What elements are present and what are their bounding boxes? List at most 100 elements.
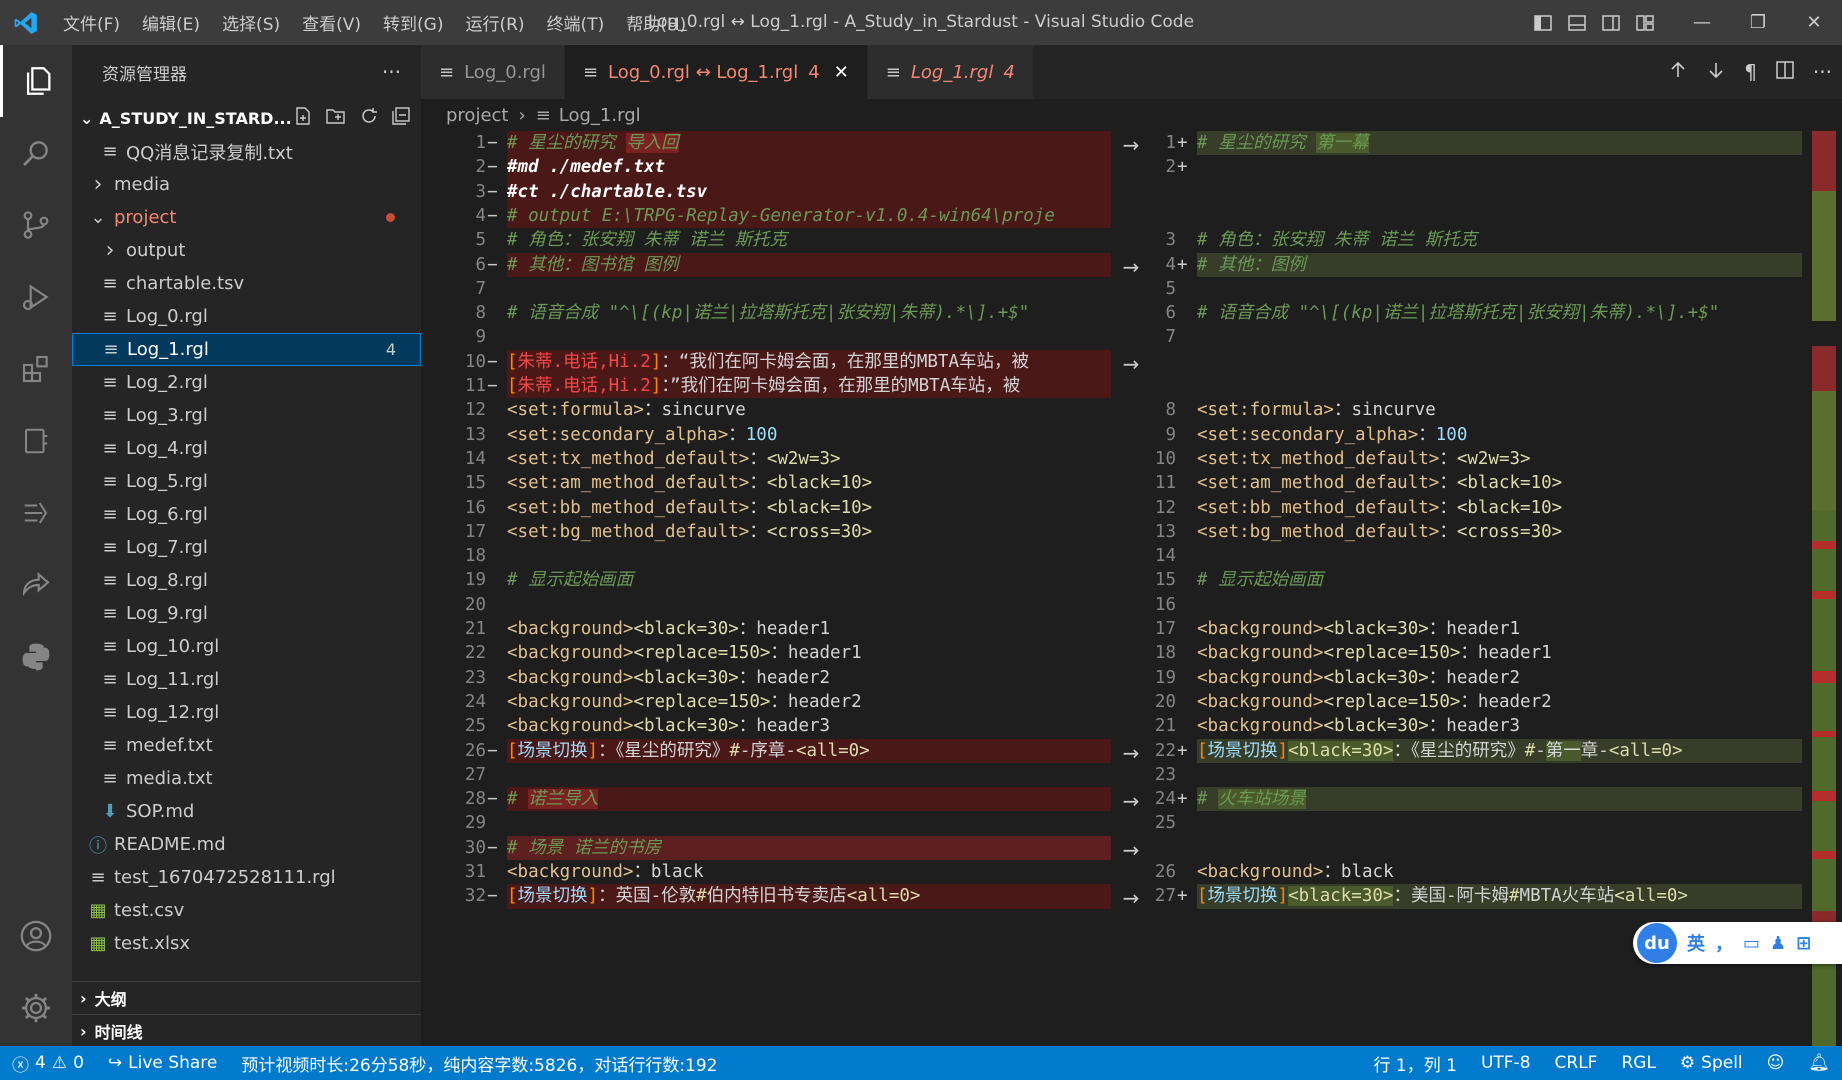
- customize-layout-icon[interactable]: [1628, 0, 1662, 45]
- code-line[interactable]: 19 # 显示起始画面: [421, 568, 1111, 592]
- code-line[interactable]: 16: [1111, 593, 1842, 617]
- tree-item[interactable]: ≡ Log_4.rgl: [72, 432, 421, 465]
- breadcrumb-folder[interactable]: project: [446, 105, 508, 126]
- code-line[interactable]: 5: [1111, 277, 1842, 301]
- code-line[interactable]: 24 <background><replace=150>：header2: [421, 690, 1111, 714]
- minimize-icon[interactable]: —: [1674, 0, 1730, 45]
- code-line[interactable]: 12 <set:bb_method_default>：<black=10>: [1111, 496, 1842, 520]
- explorer-icon[interactable]: [0, 45, 72, 117]
- code-line[interactable]: 5 # 角色：张安翔 朱蒂 诺兰 斯托克: [421, 228, 1111, 252]
- code-line[interactable]: 25 <background><black=30>：header3: [421, 714, 1111, 738]
- tree-item[interactable]: ≡ Log_7.rgl: [72, 531, 421, 564]
- code-line[interactable]: 4 + # 其他：图例: [1111, 252, 1842, 277]
- code-line[interactable]: 3 # 角色：张安翔 朱蒂 诺兰 斯托克: [1111, 228, 1842, 252]
- code-line[interactable]: 2 +: [1111, 155, 1842, 179]
- menu-item[interactable]: 转到(G): [372, 10, 454, 35]
- feedback-button[interactable]: ☺: [1755, 1053, 1797, 1073]
- code-line[interactable]: 21 <background><black=30>：header3: [1111, 714, 1842, 738]
- pilcrow-icon[interactable]: ¶: [1744, 60, 1757, 84]
- ime-grid-icon[interactable]: ⊞: [1796, 933, 1811, 954]
- more-actions-icon[interactable]: ···: [1813, 60, 1832, 84]
- menu-item[interactable]: 文件(F): [52, 10, 131, 35]
- code-line[interactable]: [1111, 374, 1842, 398]
- code-line[interactable]: 29: [421, 811, 1111, 835]
- outline-section[interactable]: › 大纲: [72, 981, 421, 1014]
- python-icon[interactable]: [0, 621, 72, 693]
- menu-item[interactable]: 查看(V): [291, 10, 372, 35]
- code-line[interactable]: [1111, 350, 1842, 374]
- remote-explorer-icon[interactable]: [0, 405, 72, 477]
- tree-item[interactable]: ≡ chartable.tsv: [72, 267, 421, 300]
- restore-icon[interactable]: ❐: [1730, 0, 1786, 45]
- ime-punctuation[interactable]: ，: [1715, 930, 1733, 956]
- collapse-all-icon[interactable]: [391, 106, 411, 130]
- code-line[interactable]: 31 <background>：black: [421, 860, 1111, 884]
- tree-item[interactable]: ≡ Log_1.rgl 4: [72, 333, 421, 366]
- new-folder-icon[interactable]: [325, 106, 347, 130]
- previous-change-icon[interactable]: [1668, 60, 1688, 84]
- settings-gear-icon[interactable]: [0, 972, 72, 1044]
- timeline-section[interactable]: › 时间线: [72, 1014, 421, 1047]
- cursor-position[interactable]: 行 1，列 1: [1362, 1051, 1469, 1076]
- problems-indicator[interactable]: ⓧ 4 ⚠ 0: [0, 1051, 96, 1076]
- code-line[interactable]: 10− [朱蒂.电话,Hi.2]：“我们在阿卡姆会面，在那里的MBTA车站，被: [421, 349, 1111, 374]
- live-share-button[interactable]: ↪ Live Share: [96, 1053, 229, 1073]
- code-line[interactable]: 1 + # 星尘的研究 第一幕: [1111, 131, 1842, 156]
- breadcrumb-file[interactable]: Log_1.rgl: [559, 105, 641, 126]
- tree-item[interactable]: ▦ test.xlsx: [72, 927, 421, 960]
- code-line[interactable]: 10 <set:tx_method_default>：<w2w=3>: [1111, 447, 1842, 471]
- tree-item[interactable]: ≡ Log_8.rgl: [72, 564, 421, 597]
- code-line[interactable]: [1111, 180, 1842, 204]
- accounts-icon[interactable]: [0, 900, 72, 972]
- language-mode[interactable]: RGL: [1609, 1053, 1667, 1073]
- folder-header[interactable]: ⌄ A_STUDY_IN_STARD...: [72, 99, 421, 137]
- code-line[interactable]: 7: [1111, 325, 1842, 349]
- code-line[interactable]: 22 <background><replace=150>：header1: [421, 641, 1111, 665]
- tree-item[interactable]: ⓘ README.md: [72, 828, 421, 861]
- close-tab-icon[interactable]: ✕: [834, 62, 849, 83]
- tree-item[interactable]: ≡ media.txt: [72, 762, 421, 795]
- code-line[interactable]: 27: [421, 763, 1111, 787]
- code-line[interactable]: 18 <background><replace=150>：header1: [1111, 641, 1842, 665]
- code-line[interactable]: 6 # 语音合成 "^\[(kp|诺兰|拉塔斯托克|张安翔|朱蒂).*\].+$": [1111, 301, 1842, 325]
- close-window-icon[interactable]: ✕: [1786, 0, 1842, 45]
- code-line[interactable]: [1111, 836, 1842, 860]
- tree-item[interactable]: ⬇ SOP.md: [72, 795, 421, 828]
- code-line[interactable]: 25: [1111, 811, 1842, 835]
- code-line[interactable]: 28− # 诺兰导入: [421, 787, 1111, 812]
- code-line[interactable]: 9 <set:secondary_alpha>：100: [1111, 423, 1842, 447]
- spell-checker[interactable]: ⚙ Spell: [1668, 1053, 1755, 1073]
- tree-item[interactable]: ≡ Log_2.rgl: [72, 366, 421, 399]
- refresh-icon[interactable]: [359, 106, 379, 130]
- tree-item[interactable]: ≡ test_1670472528111.rgl: [72, 861, 421, 894]
- more-actions-icon[interactable]: ···: [382, 60, 401, 84]
- menu-item[interactable]: 编辑(E): [131, 10, 211, 35]
- code-line[interactable]: 17 <background><black=30>：header1: [1111, 617, 1842, 641]
- code-line[interactable]: 11− [朱蒂.电话,Hi.2]：”我们在阿卡姆会面，在那里的MBTA车站，被: [421, 374, 1111, 399]
- code-line[interactable]: 8 # 语音合成 "^\[(kp|诺兰|拉塔斯托克|张安翔|朱蒂).*\].+$": [421, 301, 1111, 325]
- extensions-icon[interactable]: [0, 333, 72, 405]
- code-line[interactable]: 1− # 星尘的研究 导入回: [421, 131, 1111, 156]
- code-line[interactable]: 24 + # 火车站场景: [1111, 787, 1842, 812]
- code-line[interactable]: 4− # output E:\TRPG-Replay-Generator-v1.0…: [421, 203, 1111, 229]
- code-line[interactable]: 30− # 场景 诺兰的书房: [421, 835, 1111, 860]
- new-file-icon[interactable]: [293, 106, 313, 130]
- code-line[interactable]: 15 # 显示起始画面: [1111, 568, 1842, 592]
- next-change-icon[interactable]: [1706, 60, 1726, 84]
- code-line[interactable]: 13 <set:bg_method_default>：<cross=30>: [1111, 520, 1842, 544]
- tree-item[interactable]: › media: [72, 168, 421, 201]
- tree-item[interactable]: ▦ test.csv: [72, 894, 421, 927]
- modified-pane[interactable]: 1 + # 星尘的研究 第一幕 2 + 3 # 角色：张安翔 朱蒂 诺兰 斯托克 4 + # 其他…: [1111, 131, 1842, 1046]
- tree-item[interactable]: ≡ Log_10.rgl: [72, 630, 421, 663]
- toggle-primary-sidebar-icon[interactable]: [1526, 0, 1560, 45]
- code-line[interactable]: 26 <background>：black: [1111, 860, 1842, 884]
- tab-log0[interactable]: ≡ Log_0.rgl: [421, 45, 565, 99]
- code-line[interactable]: 23: [1111, 763, 1842, 787]
- code-line[interactable]: 23 <background><black=30>：header2: [421, 666, 1111, 690]
- tree-item[interactable]: ≡ Log_0.rgl: [72, 300, 421, 333]
- original-pane[interactable]: 1− # 星尘的研究 导入回 2− #md ./medef.txt 3− #ct ./ch…: [421, 131, 1111, 1046]
- code-line[interactable]: [1111, 204, 1842, 228]
- timeline-view-icon[interactable]: [0, 477, 72, 549]
- tree-item[interactable]: ≡ Log_5.rgl: [72, 465, 421, 498]
- toggle-secondary-sidebar-icon[interactable]: [1594, 0, 1628, 45]
